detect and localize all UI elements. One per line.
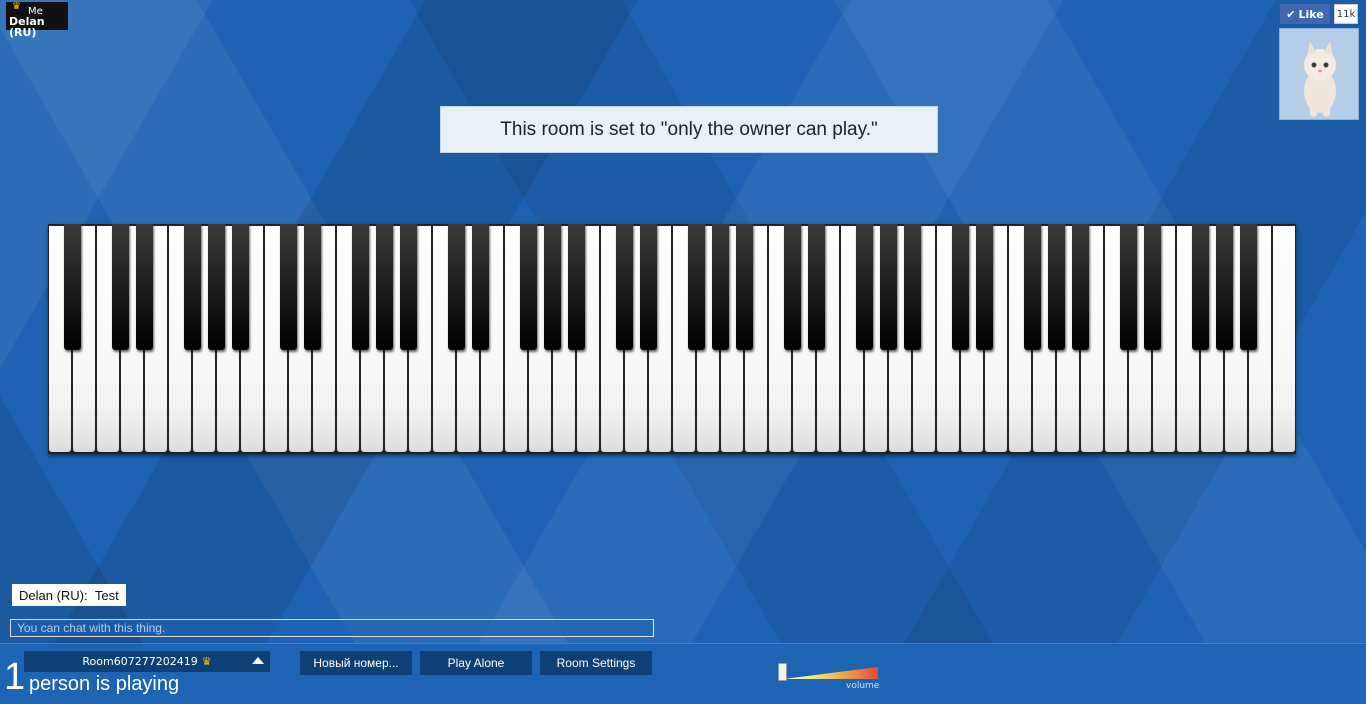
caret-up-icon bbox=[252, 657, 264, 664]
black-key[interactable] bbox=[279, 224, 297, 350]
volume-label: volume bbox=[846, 681, 880, 691]
black-key[interactable] bbox=[855, 224, 873, 350]
new-room-button[interactable]: Новый номер... bbox=[300, 651, 412, 675]
chat-input[interactable]: You can chat with this thing. bbox=[10, 619, 654, 637]
black-key[interactable] bbox=[351, 224, 369, 350]
like-button[interactable]: ✔ Like bbox=[1280, 4, 1330, 24]
black-key[interactable] bbox=[1191, 224, 1209, 350]
black-key[interactable] bbox=[807, 224, 825, 350]
white-key[interactable] bbox=[1273, 226, 1295, 452]
black-key[interactable] bbox=[687, 224, 705, 350]
black-key[interactable] bbox=[1239, 224, 1257, 350]
black-key[interactable] bbox=[1143, 224, 1161, 350]
kitten-image[interactable] bbox=[1279, 28, 1359, 120]
chat-author: Delan (RU): bbox=[19, 587, 88, 603]
volume-knob[interactable] bbox=[778, 663, 787, 681]
chat-message: Delan (RU): Test bbox=[12, 584, 126, 606]
room-notice: This room is set to "only the owner can … bbox=[440, 106, 938, 153]
player-count: 1 bbox=[4, 656, 26, 698]
black-key[interactable] bbox=[207, 224, 225, 350]
black-key[interactable] bbox=[183, 224, 201, 350]
black-key[interactable] bbox=[1119, 224, 1137, 350]
volume-track[interactable] bbox=[784, 667, 878, 679]
black-key[interactable] bbox=[711, 224, 729, 350]
crown-icon: ♛ bbox=[12, 1, 21, 12]
black-key[interactable] bbox=[519, 224, 537, 350]
black-key[interactable] bbox=[783, 224, 801, 350]
black-key[interactable] bbox=[543, 224, 561, 350]
black-key[interactable] bbox=[615, 224, 633, 350]
room-name: Room607277202419 bbox=[82, 655, 198, 668]
black-key[interactable] bbox=[471, 224, 489, 350]
black-key[interactable] bbox=[135, 224, 153, 350]
black-key[interactable] bbox=[879, 224, 897, 350]
crown-icon: ♛ bbox=[201, 655, 212, 668]
user-badge: ♛ Me Delan (RU) bbox=[6, 1, 68, 38]
black-key[interactable] bbox=[639, 224, 657, 350]
black-key[interactable] bbox=[1047, 224, 1065, 350]
black-key[interactable] bbox=[399, 224, 417, 350]
black-key[interactable] bbox=[735, 224, 753, 350]
user-name: Delan (RU) bbox=[9, 15, 45, 39]
black-key[interactable] bbox=[975, 224, 993, 350]
piano-keyboard[interactable] bbox=[48, 224, 1296, 454]
room-selector[interactable]: Room607277202419 ♛ bbox=[24, 651, 270, 672]
like-label: Like bbox=[1298, 7, 1324, 21]
black-key[interactable] bbox=[951, 224, 969, 350]
black-key[interactable] bbox=[447, 224, 465, 350]
check-icon: ✔ bbox=[1286, 7, 1296, 21]
black-key[interactable] bbox=[231, 224, 249, 350]
black-key[interactable] bbox=[111, 224, 129, 350]
play-alone-button[interactable]: Play Alone bbox=[420, 651, 532, 675]
black-key[interactable] bbox=[1071, 224, 1089, 350]
room-settings-button[interactable]: Room Settings bbox=[540, 651, 652, 675]
black-key[interactable] bbox=[567, 224, 585, 350]
black-key[interactable] bbox=[903, 224, 921, 350]
player-count-label: person is playing bbox=[29, 673, 180, 695]
black-key[interactable] bbox=[375, 224, 393, 350]
black-key[interactable] bbox=[63, 224, 81, 350]
chat-text: Test bbox=[94, 587, 119, 603]
black-key[interactable] bbox=[1215, 224, 1233, 350]
like-count: 11k bbox=[1334, 4, 1358, 24]
black-key[interactable] bbox=[303, 224, 321, 350]
volume-slider[interactable]: volume bbox=[778, 663, 880, 693]
black-key[interactable] bbox=[1023, 224, 1041, 350]
kitten-icon bbox=[1280, 29, 1358, 119]
